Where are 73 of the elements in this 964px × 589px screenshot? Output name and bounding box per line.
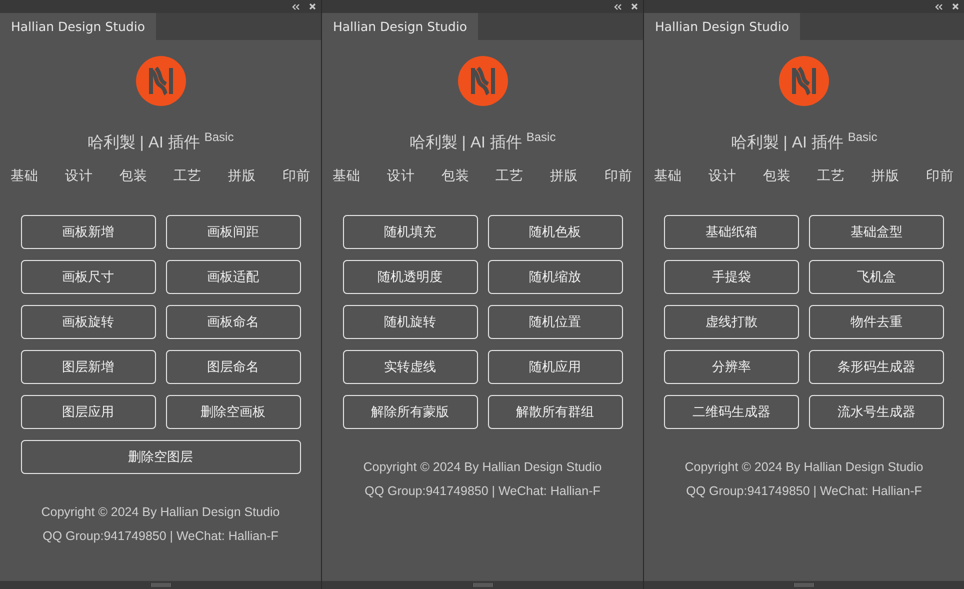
action-button[interactable]: 画板间距 xyxy=(166,215,300,250)
footer-text: Copyright © 2024 By Hallian Design Studio xyxy=(684,460,924,474)
footer-text: QQ Group:941749850 | WeChat: Hallian-F xyxy=(364,484,600,498)
panel-tab[interactable]: Hallian Design Studio xyxy=(322,13,478,40)
action-button[interactable]: 画板尺寸 xyxy=(20,260,156,294)
nav-tab[interactable]: 包装 xyxy=(762,167,791,186)
action-button[interactable]: 随机透明度 xyxy=(342,260,478,294)
nav-tab[interactable]: 包装 xyxy=(119,167,148,186)
action-button[interactable]: 随机填充 xyxy=(342,215,478,250)
nav-tab[interactable]: 拼版 xyxy=(872,167,900,186)
nav-tab[interactable]: 基础 xyxy=(332,167,360,186)
action-button[interactable]: 基础盒型 xyxy=(809,215,944,250)
footer-text: Copyright © 2024 By Hallian Design Studio xyxy=(41,505,280,520)
close-icon[interactable] xyxy=(952,3,959,10)
footer-text: QQ Group:941749850 | WeChat: Hallian-F xyxy=(42,529,278,544)
nav-tab[interactable]: 工艺 xyxy=(496,167,524,186)
action-button[interactable]: 飞机盒 xyxy=(809,260,944,294)
action-button[interactable]: 画板适配 xyxy=(166,260,300,294)
panel-tab[interactable]: Hallian Design Studio xyxy=(0,13,156,40)
action-button[interactable]: 虚线打散 xyxy=(664,305,799,340)
action-button[interactable]: 手提袋 xyxy=(664,260,799,294)
nav-tab[interactable]: 拼版 xyxy=(228,167,256,186)
nav-tab[interactable]: 基础 xyxy=(654,167,682,186)
action-button[interactable]: 图层新增 xyxy=(20,350,156,384)
close-icon[interactable] xyxy=(309,3,316,10)
footer-text: Copyright © 2024 By Hallian Design Studio xyxy=(363,460,602,474)
action-button[interactable]: 流水号生成器 xyxy=(809,395,944,430)
collapse-icon[interactable] xyxy=(935,4,943,10)
resize-grip-icon[interactable] xyxy=(472,583,492,587)
logo-icon xyxy=(136,56,186,106)
action-button[interactable]: 删除空画板 xyxy=(166,395,300,430)
nav-tab[interactable]: 设计 xyxy=(64,167,93,186)
action-button[interactable]: 画板新增 xyxy=(20,215,156,250)
footer-text: QQ Group:941749850 | WeChat: Hallian-F xyxy=(686,484,922,498)
nav-tab[interactable]: 基础 xyxy=(10,167,38,186)
action-button[interactable]: 解散所有群组 xyxy=(488,395,622,430)
action-button[interactable]: 二维码生成器 xyxy=(664,395,799,430)
logo-icon xyxy=(458,56,508,106)
resize-grip-icon[interactable] xyxy=(150,583,170,587)
action-button[interactable]: 条形码生成器 xyxy=(809,350,944,384)
nav-tab[interactable]: 包装 xyxy=(441,167,470,186)
nav-tab[interactable]: 印前 xyxy=(926,167,954,186)
action-button[interactable]: 随机旋转 xyxy=(342,305,478,340)
action-button[interactable]: 分辨率 xyxy=(664,350,799,384)
close-icon[interactable] xyxy=(631,3,638,10)
action-button[interactable]: 随机缩放 xyxy=(488,260,622,294)
action-button[interactable]: 画板旋转 xyxy=(20,305,156,340)
action-button[interactable]: 解除所有蒙版 xyxy=(342,395,478,430)
action-button[interactable]: 随机色板 xyxy=(488,215,622,250)
nav-tab[interactable]: 拼版 xyxy=(550,167,578,186)
action-button[interactable]: 基础纸箱 xyxy=(664,215,799,250)
action-button[interactable]: 随机位置 xyxy=(488,305,622,340)
nav-tab[interactable]: 工艺 xyxy=(817,167,846,186)
action-button[interactable]: 随机应用 xyxy=(488,350,622,384)
collapse-icon[interactable] xyxy=(614,4,622,10)
plugin-title: 哈利製 | AI 插件 $^{Basic}$ xyxy=(409,130,556,154)
nav-tab[interactable]: 设计 xyxy=(386,167,415,186)
panel-tab[interactable]: Hallian Design Studio xyxy=(644,13,800,40)
plugin-title: 哈利製 | AI 插件 $^{Basic}$ xyxy=(730,130,878,154)
action-button[interactable]: 实转虚线 xyxy=(342,350,478,384)
action-button[interactable]: 图层应用 xyxy=(20,395,156,430)
nav-tab[interactable]: 设计 xyxy=(708,167,736,186)
logo-icon xyxy=(779,56,829,106)
action-button[interactable]: 删除空图层 xyxy=(20,440,300,474)
resize-grip-icon[interactable] xyxy=(794,583,814,587)
action-button[interactable]: 画板命名 xyxy=(166,305,300,340)
action-button[interactable]: 图层命名 xyxy=(166,350,300,384)
action-button[interactable]: 物件去重 xyxy=(809,305,944,340)
plugin-title: 哈利製 | AI 插件 $^{Basic}$ xyxy=(87,130,234,154)
nav-tab[interactable]: 印前 xyxy=(604,167,632,186)
nav-tab[interactable]: 工艺 xyxy=(174,167,202,186)
nav-tab[interactable]: 印前 xyxy=(282,167,310,186)
collapse-icon[interactable] xyxy=(292,4,300,10)
